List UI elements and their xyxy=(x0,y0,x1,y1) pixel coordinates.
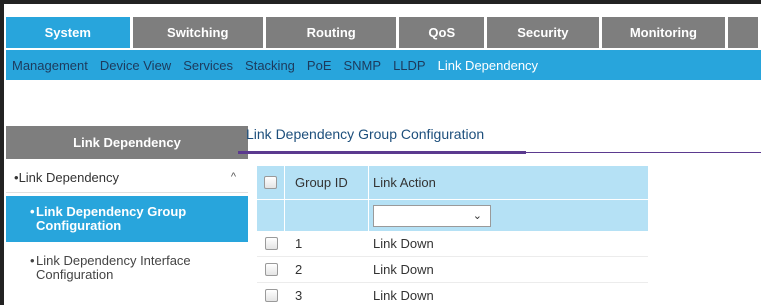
top-nav: System Switching Routing QoS Security Mo… xyxy=(6,17,761,48)
sub-nav: Management Device View Services Stacking… xyxy=(6,50,761,80)
sidebar-item-interface-configuration[interactable]: • Link Dependency Interface Configuratio… xyxy=(6,251,248,291)
link-action-select[interactable]: ⌄ xyxy=(373,204,491,227)
row-group-id: 2 xyxy=(295,262,303,277)
group-table: Group ID Link Action ⌄ 1 Link Down 2 Lin… xyxy=(257,166,648,305)
bullet-icon: • xyxy=(30,253,35,268)
subnav-lldp[interactable]: LLDP xyxy=(387,58,432,73)
table-row: 3 Link Down xyxy=(257,283,648,305)
subnav-management[interactable]: Management xyxy=(6,58,94,73)
tab-qos[interactable]: QoS xyxy=(399,17,485,48)
sidebar-item-group-configuration[interactable]: • Link Dependency Group Configuration xyxy=(6,196,248,242)
tab-switching[interactable]: Switching xyxy=(132,17,263,48)
row-link-action: Link Down xyxy=(373,288,434,303)
table-row: 2 Link Down xyxy=(257,257,648,283)
chevron-down-icon: ⌄ xyxy=(472,209,482,222)
table-header: Group ID Link Action xyxy=(257,166,648,199)
sidebar-item-label: Link Dependency Group Configuration xyxy=(36,204,187,233)
row-checkbox[interactable] xyxy=(264,237,278,250)
table-filter-row: ⌄ xyxy=(257,199,648,232)
sidebar-section-label: Link Dependency xyxy=(18,170,120,185)
tab-overflow xyxy=(728,17,759,48)
header-link-action: Link Action xyxy=(373,175,436,190)
row-checkbox[interactable] xyxy=(264,263,278,276)
tab-monitoring[interactable]: Monitoring xyxy=(601,17,726,48)
sidebar-header: Link Dependency xyxy=(6,126,248,159)
table-row: 1 Link Down xyxy=(257,231,648,257)
tab-routing[interactable]: Routing xyxy=(265,17,397,48)
title-underline xyxy=(238,151,526,154)
row-link-action: Link Down xyxy=(373,262,434,277)
tab-security[interactable]: Security xyxy=(487,17,599,48)
chevron-up-icon[interactable]: ^ xyxy=(231,171,236,183)
row-checkbox[interactable] xyxy=(264,289,278,302)
subnav-services[interactable]: Services xyxy=(177,58,239,73)
tab-system[interactable]: System xyxy=(6,17,130,48)
sidebar-item-label: Link Dependency Interface Configuration xyxy=(36,253,191,282)
header-group-id: Group ID xyxy=(285,166,369,199)
row-group-id: 3 xyxy=(295,288,303,303)
sidebar-section-link-dependency[interactable]: • Link Dependency ^ xyxy=(6,163,248,193)
select-all-checkbox[interactable] xyxy=(264,176,277,189)
subnav-poe[interactable]: PoE xyxy=(301,58,338,73)
bullet-icon: • xyxy=(30,204,35,219)
row-group-id: 1 xyxy=(295,236,303,251)
subnav-snmp[interactable]: SNMP xyxy=(338,58,388,73)
row-link-action: Link Down xyxy=(373,236,434,251)
subnav-device-view[interactable]: Device View xyxy=(94,58,177,73)
page-title: Link Dependency Group Configuration xyxy=(246,126,485,142)
subnav-link-dependency[interactable]: Link Dependency xyxy=(432,58,544,73)
subnav-stacking[interactable]: Stacking xyxy=(239,58,301,73)
